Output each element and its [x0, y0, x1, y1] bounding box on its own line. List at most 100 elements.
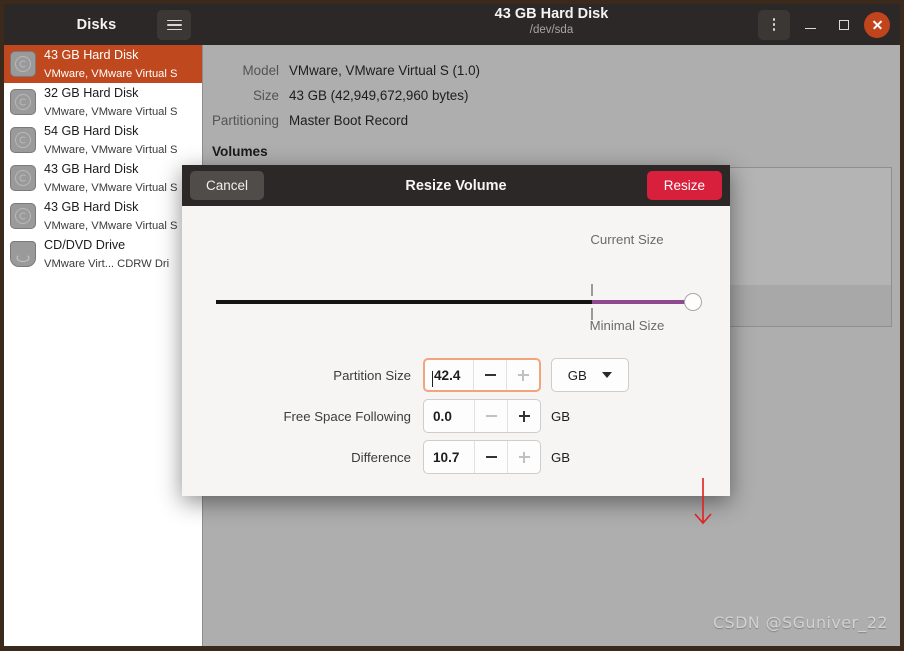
disk-text-0: 43 GB Hard Disk VMware, VMware Virtual S [44, 46, 196, 82]
difference-increment-button[interactable] [507, 441, 540, 473]
sidebar-item-disk-3[interactable]: 43 GB Hard Disk VMware, VMware Virtual S [4, 159, 202, 197]
slider-filled-track [216, 300, 592, 304]
disk-desc-4: VMware, VMware Virtual S [44, 220, 178, 232]
volumes-heading: Volumes [212, 144, 268, 159]
free-space-following-input[interactable]: 0.0 [424, 409, 474, 424]
partition-size-input[interactable]: 42.4 [425, 368, 473, 387]
resize-button[interactable]: Resize [646, 171, 722, 200]
hard-disk-icon [10, 127, 36, 153]
disk-text-4: 43 GB Hard Disk VMware, VMware Virtual S [44, 198, 196, 234]
slider-handle[interactable] [684, 293, 702, 311]
maximize-button[interactable] [830, 11, 858, 39]
info-label-size: Size [252, 88, 279, 103]
minimal-size-tick-marker [591, 308, 593, 320]
minimize-button[interactable] [796, 11, 824, 39]
sidebar-item-disk-1[interactable]: 32 GB Hard Disk VMware, VMware Virtual S [4, 83, 202, 121]
partition-size-spinner[interactable]: 42.4 [423, 358, 541, 392]
watermark-text: CSDN @SGuniver_22 [712, 613, 888, 632]
disk-desc-2: VMware, VMware Virtual S [44, 144, 178, 156]
device-sidebar: 43 GB Hard Disk VMware, VMware Virtual S… [4, 45, 203, 646]
free-space-following-decrement-button[interactable] [474, 400, 507, 432]
sidebar-item-disk-0[interactable]: 43 GB Hard Disk VMware, VMware Virtual S [4, 45, 202, 83]
disk-text-1: 32 GB Hard Disk VMware, VMware Virtual S [44, 84, 196, 120]
hard-disk-icon [10, 51, 36, 77]
info-value-model: VMware, VMware Virtual S (1.0) [289, 63, 480, 78]
free-space-following-unit: GB [551, 408, 571, 424]
disk-desc-3: VMware, VMware Virtual S [44, 182, 178, 194]
disk-info-block: Model VMware, VMware Virtual S (1.0) Siz… [204, 45, 900, 133]
vertical-dots-icon [772, 18, 776, 31]
hard-disk-icon [10, 203, 36, 229]
window-controls [758, 4, 890, 45]
minimal-size-label: Minimal Size [589, 318, 665, 333]
disk-name-0: 43 GB Hard Disk [44, 48, 139, 62]
cd-dvd-icon [10, 241, 36, 267]
minus-icon [485, 456, 497, 458]
dialog-body: Current Size Minimal Size Partition Size [182, 206, 730, 525]
disk-desc-1: VMware, VMware Virtual S [44, 106, 178, 118]
partition-size-increment-button[interactable] [506, 360, 539, 390]
text-caret [432, 370, 434, 387]
disk-name-5: CD/DVD Drive [44, 238, 126, 252]
difference-decrement-button[interactable] [474, 441, 507, 473]
app-title: Disks [76, 16, 117, 33]
cancel-button[interactable]: Cancel [190, 171, 265, 200]
info-row-partitioning: Partitioning Master Boot Record [204, 108, 900, 133]
disk-text-3: 43 GB Hard Disk VMware, VMware Virtual S [44, 160, 196, 196]
hamburger-menu-icon [166, 17, 182, 34]
titlebar-right-section: 43 GB Hard Disk /dev/sda [203, 4, 900, 45]
plus-icon [517, 369, 529, 381]
info-value-partitioning: Master Boot Record [289, 113, 409, 128]
difference-label: Difference [351, 449, 411, 465]
info-label-model: Model [242, 63, 279, 78]
sidebar-item-disk-2[interactable]: 54 GB Hard Disk VMware, VMware Virtual S [4, 121, 202, 159]
plus-icon [518, 410, 530, 422]
disk-name-3: 43 GB Hard Disk [44, 162, 139, 176]
disk-text-5: CD/DVD Drive VMware Virt... CDRW Dri [44, 236, 196, 272]
disk-text-2: 54 GB Hard Disk VMware, VMware Virtual S [44, 122, 196, 158]
size-slider-area: Current Size Minimal Size [182, 206, 730, 333]
partition-size-decrement-button[interactable] [473, 360, 506, 390]
current-size-label: Current Size [590, 232, 664, 247]
unit-select-value: GB [567, 367, 587, 383]
unit-select-dropdown[interactable]: GB [551, 358, 629, 392]
disk-desc-0: VMware, VMware Virtual S [44, 68, 178, 80]
size-slider[interactable] [216, 284, 702, 320]
close-icon [872, 19, 883, 30]
partition-size-label: Partition Size [333, 367, 411, 383]
field-row-difference: Difference 10.7 GB [182, 440, 730, 474]
hamburger-menu-button[interactable] [157, 10, 191, 40]
info-value-size: 43 GB (42,949,672,960 bytes) [289, 88, 469, 103]
sidebar-item-disk-4[interactable]: 43 GB Hard Disk VMware, VMware Virtual S [4, 197, 202, 235]
annotation-arrow-icon [694, 478, 712, 525]
resize-form: Partition Size 42.4 GB Free Space Follow… [182, 358, 730, 481]
resize-volume-dialog: Cancel Resize Volume Resize Current Size… [182, 165, 730, 525]
maximize-icon [839, 19, 849, 30]
field-row-free-space-following: Free Space Following 0.0 GB [182, 399, 730, 433]
free-space-following-increment-button[interactable] [507, 400, 540, 432]
minus-icon [484, 374, 496, 376]
overflow-menu-button[interactable] [758, 9, 790, 40]
free-space-following-label: Free Space Following [283, 408, 411, 424]
free-space-following-spinner[interactable]: 0.0 [423, 399, 541, 433]
difference-input[interactable]: 10.7 [424, 450, 474, 465]
sidebar-item-cd-drive[interactable]: CD/DVD Drive VMware Virt... CDRW Dri [4, 235, 202, 273]
dialog-header: Cancel Resize Volume Resize [182, 165, 730, 206]
titlebar-left-section: Disks [4, 4, 203, 45]
plus-icon [518, 451, 530, 463]
window-titlebar: Disks 43 GB Hard Disk /dev/sda [4, 4, 900, 45]
difference-unit: GB [551, 449, 571, 465]
chevron-down-icon [602, 372, 613, 378]
disk-desc-5: VMware Virt... CDRW Dri [44, 258, 170, 270]
minimize-icon [804, 27, 816, 30]
info-row-model: Model VMware, VMware Virtual S (1.0) [204, 58, 900, 83]
close-button[interactable] [864, 11, 890, 38]
hard-disk-icon [10, 165, 36, 191]
current-size-tick-marker [591, 284, 593, 296]
hard-disk-icon [10, 89, 36, 115]
disks-application-window: Disks 43 GB Hard Disk /dev/sda 43 GB Har… [0, 0, 904, 651]
field-row-partition-size: Partition Size 42.4 GB [182, 358, 730, 392]
difference-spinner[interactable]: 10.7 [423, 440, 541, 474]
slider-remaining-track [592, 300, 696, 304]
disk-name-4: 43 GB Hard Disk [44, 200, 139, 214]
